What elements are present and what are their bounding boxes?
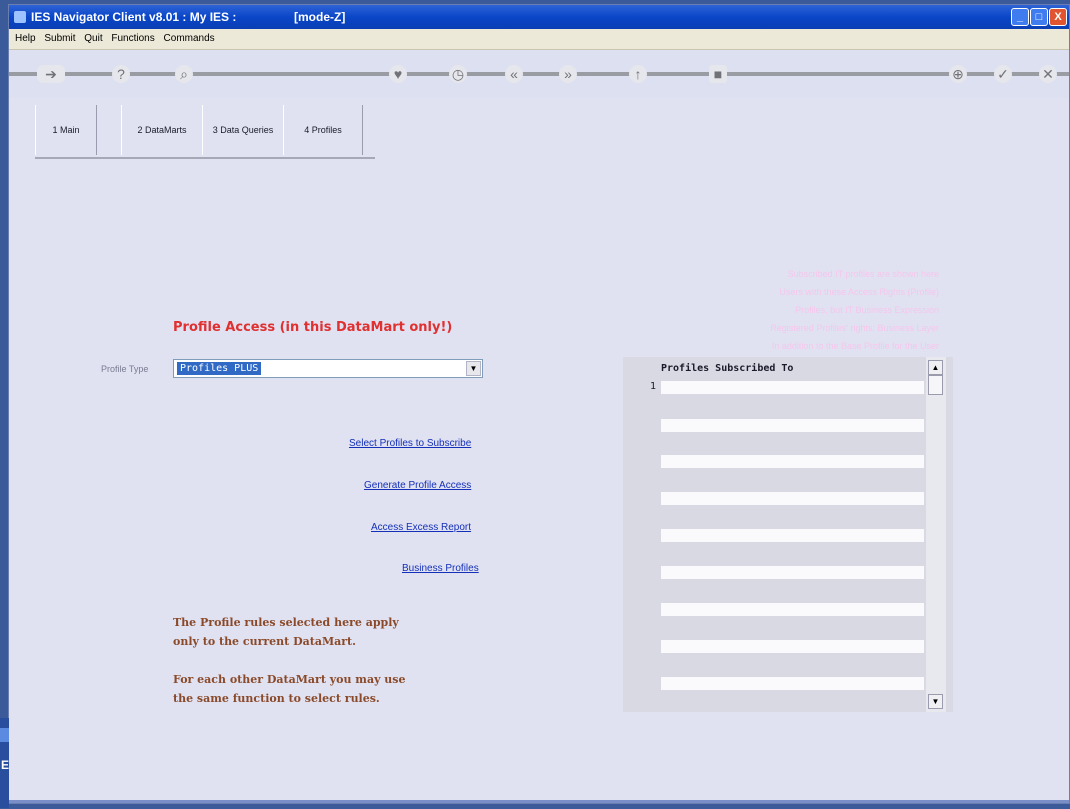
menu-help[interactable]: Help xyxy=(15,33,36,44)
generate-access-link[interactable]: Generate Profile Access xyxy=(364,480,471,491)
up-icon[interactable]: ↑ xyxy=(629,65,647,83)
window-bottom-border xyxy=(9,800,1069,803)
search-icon[interactable]: ⌕ xyxy=(175,65,193,83)
note-line: only to the current DataMart. xyxy=(173,635,356,648)
profile-type-value: Profiles PLUS xyxy=(177,362,262,375)
table-row[interactable] xyxy=(661,566,924,579)
tab-datamarts[interactable]: 2 DataMarts xyxy=(121,105,203,155)
table-row[interactable] xyxy=(661,455,924,468)
table-row[interactable] xyxy=(661,419,924,432)
check-icon[interactable]: ✓ xyxy=(994,65,1012,83)
tab-data-queries[interactable]: 3 Data Queries xyxy=(202,105,284,155)
next-icon[interactable]: » xyxy=(559,65,577,83)
minimize-button[interactable]: _ xyxy=(1011,8,1029,26)
business-profiles-link[interactable]: Business Profiles xyxy=(402,563,479,574)
clock-icon[interactable]: ◷ xyxy=(449,65,467,83)
help-text: Subscribed IT profiles are shown here Us… xyxy=(679,265,939,355)
help-line: Registered Profiles' rights: Business La… xyxy=(770,323,939,333)
note-line: the same function to select rules. xyxy=(173,692,380,705)
chevron-down-icon[interactable]: ▼ xyxy=(466,361,481,376)
menu-commands[interactable]: Commands xyxy=(164,33,215,44)
profile-type-select[interactable]: Profiles PLUS ▼ xyxy=(173,359,483,378)
section-heading: Profile Access (in this DataMart only!) xyxy=(173,320,453,335)
title-bar[interactable]: IES Navigator Client v8.01 : My IES : [m… xyxy=(9,5,1069,29)
toolbar: ➔ ? ⌕ ♥ ◷ « » ↑ ■ ⊕ ✓ ✕ xyxy=(9,50,1069,98)
note-line: For each other DataMart you may use xyxy=(173,673,406,686)
scroll-down-button[interactable]: ▼ xyxy=(928,694,943,709)
app-icon xyxy=(14,11,26,23)
menu-quit[interactable]: Quit xyxy=(84,33,102,44)
row-number: 1 xyxy=(650,381,657,392)
taskbar-button[interactable] xyxy=(0,728,9,742)
scroll-thumb[interactable] xyxy=(928,375,943,395)
help-line: Subscribed IT profiles are shown here xyxy=(787,269,939,279)
tab-main[interactable]: 1 Main xyxy=(35,105,97,155)
close-button[interactable]: X xyxy=(1049,8,1067,26)
table-row[interactable] xyxy=(661,529,924,542)
note-line: The Profile rules selected here apply xyxy=(173,616,399,629)
help-line: Profiles, but IT Business Expression xyxy=(795,305,939,315)
table-row[interactable] xyxy=(661,492,924,505)
help-icon[interactable]: ? xyxy=(112,65,130,83)
heart-icon[interactable]: ♥ xyxy=(389,65,407,83)
help-line: Users with these Access Rights (Profile) xyxy=(779,287,939,297)
table-row[interactable] xyxy=(661,640,924,653)
table-row[interactable] xyxy=(661,677,924,690)
grid-header: Profiles Subscribed To xyxy=(661,363,794,374)
profile-type-label: Profile Type xyxy=(101,364,149,374)
app-window: IES Navigator Client v8.01 : My IES : [m… xyxy=(8,4,1070,804)
table-row[interactable] xyxy=(661,603,924,616)
access-excess-report-link[interactable]: Access Excess Report xyxy=(371,522,471,533)
close-icon[interactable]: ✕ xyxy=(1039,65,1057,83)
profiles-grid: Profiles Subscribed To 1 ▲ ▼ xyxy=(623,357,953,712)
help-line: In addition to the Base Profile for the … xyxy=(771,341,939,351)
zoom-icon[interactable]: ⊕ xyxy=(949,65,967,83)
tab-bar: 1 Main 2 DataMarts 3 Data Queries 4 Prof… xyxy=(35,105,375,159)
taskbar-fragment[interactable]: E xyxy=(0,718,9,808)
window-mode: [mode-Z] xyxy=(294,10,346,24)
menu-functions[interactable]: Functions xyxy=(111,33,154,44)
arrow-icon[interactable]: ➔ xyxy=(37,65,65,83)
tab-profiles[interactable]: 4 Profiles xyxy=(283,105,363,155)
stop-icon[interactable]: ■ xyxy=(709,65,727,83)
menu-submit[interactable]: Submit xyxy=(44,33,75,44)
maximize-button[interactable]: □ xyxy=(1030,8,1048,26)
taskbar-label: E xyxy=(1,758,10,772)
scroll-up-button[interactable]: ▲ xyxy=(928,360,943,375)
select-profiles-link[interactable]: Select Profiles to Subscribe xyxy=(349,438,471,449)
prev-icon[interactable]: « xyxy=(505,65,523,83)
window-title: IES Navigator Client v8.01 : My IES : xyxy=(31,10,237,24)
grid-scrollbar[interactable]: ▲ ▼ xyxy=(926,357,946,712)
toolbar-rail xyxy=(9,72,1069,76)
table-row[interactable] xyxy=(661,381,924,394)
menu-bar: Help Submit Quit Functions Commands xyxy=(9,29,1069,50)
